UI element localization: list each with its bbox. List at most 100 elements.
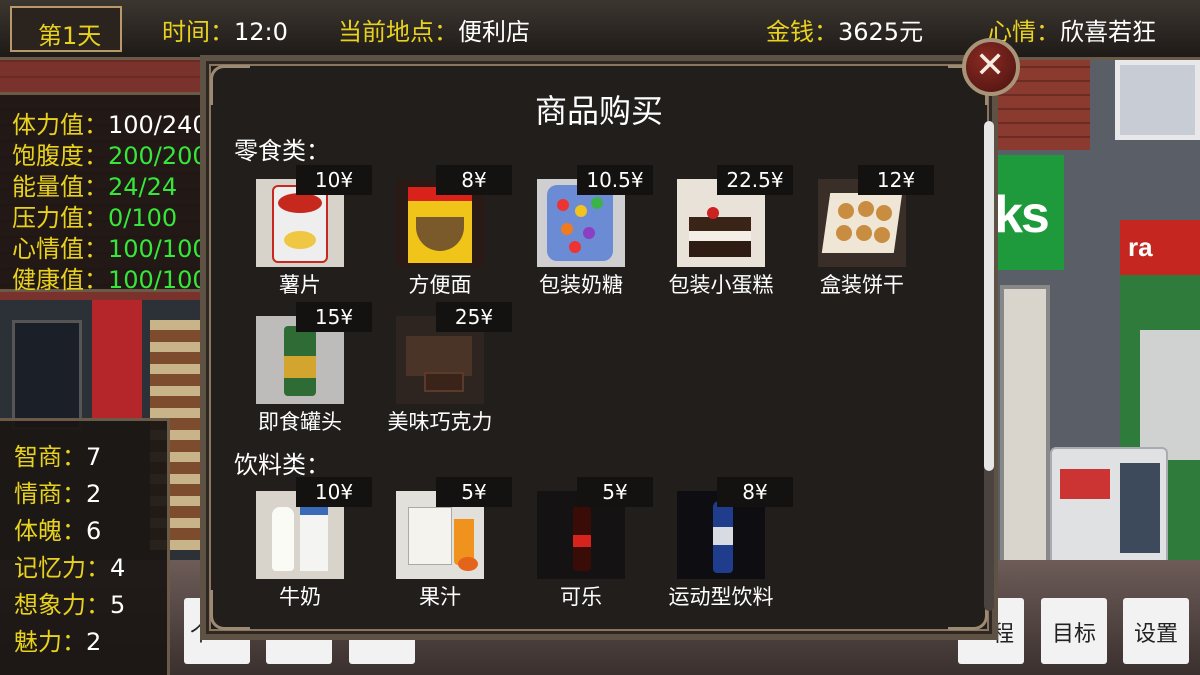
location-value: 便利店 xyxy=(458,18,530,46)
vital-stats-panel: 体力值：100/240 饱腹度：200/200 能量值：24/24 压力值：0/… xyxy=(0,92,212,295)
attr-charm: 魅力：2 xyxy=(14,622,101,657)
shop-item-milk[interactable]: 10¥ 牛奶 xyxy=(242,477,382,609)
settings-button[interactable]: 设置 xyxy=(1123,598,1189,664)
item-price: 10¥ xyxy=(296,165,372,195)
location-label: 当前地点： xyxy=(338,18,458,46)
vending-machine xyxy=(1050,447,1168,571)
mood-value: 欣喜若狂 xyxy=(1060,18,1156,46)
attr-eq: 情商：2 xyxy=(14,474,101,509)
category-label-drinks: 饮料类： xyxy=(234,451,330,479)
stat-energy: 能量值：24/24 xyxy=(12,167,177,202)
store-display xyxy=(1140,330,1200,460)
shop-item-chocolate[interactable]: 25¥ 美味巧克力 xyxy=(382,302,522,434)
frame-corner-ornament xyxy=(948,590,988,630)
stat-stamina: 体力值：100/240 xyxy=(12,105,208,140)
stat-value: 100/240 xyxy=(108,111,208,139)
attr-physique: 体魄：6 xyxy=(14,511,101,546)
item-price: 10¥ xyxy=(296,477,372,507)
attr-memory: 记忆力：4 xyxy=(14,548,125,583)
stat-value: 0/100 xyxy=(108,204,178,232)
item-price: 8¥ xyxy=(436,165,512,195)
stat-label: 体力值： xyxy=(12,111,108,139)
stat-value: 200/200 xyxy=(108,142,208,170)
shop-item-cookies[interactable]: 12¥ 盒装饼干 xyxy=(804,165,944,297)
shop-item-cake[interactable]: 22.5¥ 包装小蛋糕 xyxy=(663,165,803,297)
close-button[interactable]: ✕ xyxy=(962,38,1020,96)
attr-value: 7 xyxy=(86,443,102,471)
item-name: 盒装饼干 xyxy=(820,273,904,297)
attr-label: 智商： xyxy=(14,443,86,471)
item-price: 5¥ xyxy=(436,477,512,507)
item-name: 可乐 xyxy=(560,585,602,609)
stat-stress: 压力值：0/100 xyxy=(12,198,177,233)
stat-label: 饱腹度： xyxy=(12,142,108,170)
shop-door xyxy=(12,320,82,430)
item-price: 15¥ xyxy=(296,302,372,332)
attr-label: 想象力： xyxy=(14,591,110,619)
attr-imagination: 想象力：5 xyxy=(14,585,125,620)
shop-item-cola[interactable]: 5¥ 可乐 xyxy=(523,477,663,609)
attr-label: 魅力： xyxy=(14,628,86,656)
attr-label: 记忆力： xyxy=(14,554,110,582)
item-price: 12¥ xyxy=(858,165,934,195)
money-label: 金钱： xyxy=(766,18,838,46)
building-window xyxy=(1115,60,1200,140)
modal-scrollbar[interactable] xyxy=(984,121,994,611)
mood-display: 心情：欣喜若狂 xyxy=(988,12,1156,47)
stat-label: 能量值： xyxy=(12,173,108,201)
location-display: 当前地点：便利店 xyxy=(338,12,530,47)
day-counter: 第1天 xyxy=(10,6,122,52)
item-price: 8¥ xyxy=(717,477,793,507)
attr-value: 5 xyxy=(110,591,126,619)
item-price: 10.5¥ xyxy=(577,165,653,195)
vending-screen xyxy=(1120,463,1160,553)
attr-value: 4 xyxy=(110,554,126,582)
red-store-sign: ra xyxy=(1120,220,1200,275)
stat-value: 24/24 xyxy=(108,173,178,201)
item-name: 薯片 xyxy=(279,273,321,297)
attr-label: 情商： xyxy=(14,480,86,508)
item-name: 牛奶 xyxy=(279,585,321,609)
item-price: 25¥ xyxy=(436,302,512,332)
category-label-snacks: 零食类： xyxy=(234,137,330,165)
item-price: 5¥ xyxy=(577,477,653,507)
item-name: 包装小蛋糕 xyxy=(668,273,774,297)
item-name: 方便面 xyxy=(408,273,472,297)
shop-item-juice[interactable]: 5¥ 果汁 xyxy=(382,477,522,609)
money-value: 3625元 xyxy=(838,18,924,46)
item-name: 果汁 xyxy=(419,585,461,609)
attributes-panel: 智商：7 情商：2 体魄：6 记忆力：4 想象力：5 魅力：2 xyxy=(0,418,170,675)
time-display: 时间：12:0 xyxy=(162,12,288,47)
item-name: 包装奶糖 xyxy=(539,273,623,297)
red-pillar xyxy=(92,300,142,420)
stat-mood: 心情值：100/100 xyxy=(12,229,208,264)
shop-item-canned-food[interactable]: 15¥ 即食罐头 xyxy=(242,302,382,434)
vending-slot xyxy=(1060,469,1110,499)
shop-item-instant-noodle[interactable]: 8¥ 方便面 xyxy=(382,165,522,297)
shop-item-chips[interactable]: 10¥ 薯片 xyxy=(242,165,382,297)
close-icon: ✕ xyxy=(975,45,1006,86)
item-name: 即食罐头 xyxy=(258,410,342,434)
store-window xyxy=(1000,285,1050,565)
scrollbar-thumb[interactable] xyxy=(984,121,994,471)
top-status-bar: 第1天 时间：12:0 当前地点：便利店 金钱：3625元 心情：欣喜若狂 xyxy=(0,0,1200,60)
item-name: 运动型饮料 xyxy=(668,585,774,609)
attr-value: 6 xyxy=(86,517,102,545)
shop-item-candy[interactable]: 10.5¥ 包装奶糖 xyxy=(523,165,663,297)
stat-label: 心情值： xyxy=(12,235,108,263)
stat-label: 压力值： xyxy=(12,204,108,232)
attr-iq: 智商：7 xyxy=(14,437,101,472)
stat-label: 健康值： xyxy=(12,266,108,294)
goal-button[interactable]: 目标 xyxy=(1041,598,1107,664)
time-label: 时间： xyxy=(162,18,234,46)
attr-value: 2 xyxy=(86,480,102,508)
attr-label: 体魄： xyxy=(14,517,86,545)
shop-modal: 商品购买 零食类： 10¥ 薯片 8¥ 方便面 10.5¥ 包装奶糖 22.5¥… xyxy=(200,55,998,640)
stat-health: 健康值：100/100 xyxy=(12,260,208,295)
money-display: 金钱：3625元 xyxy=(766,12,923,47)
stat-value: 100/100 xyxy=(108,235,208,263)
item-price: 22.5¥ xyxy=(717,165,793,195)
attr-value: 2 xyxy=(86,628,102,656)
shop-item-sports-drink[interactable]: 8¥ 运动型饮料 xyxy=(663,477,803,609)
time-value: 12:0 xyxy=(234,18,288,46)
